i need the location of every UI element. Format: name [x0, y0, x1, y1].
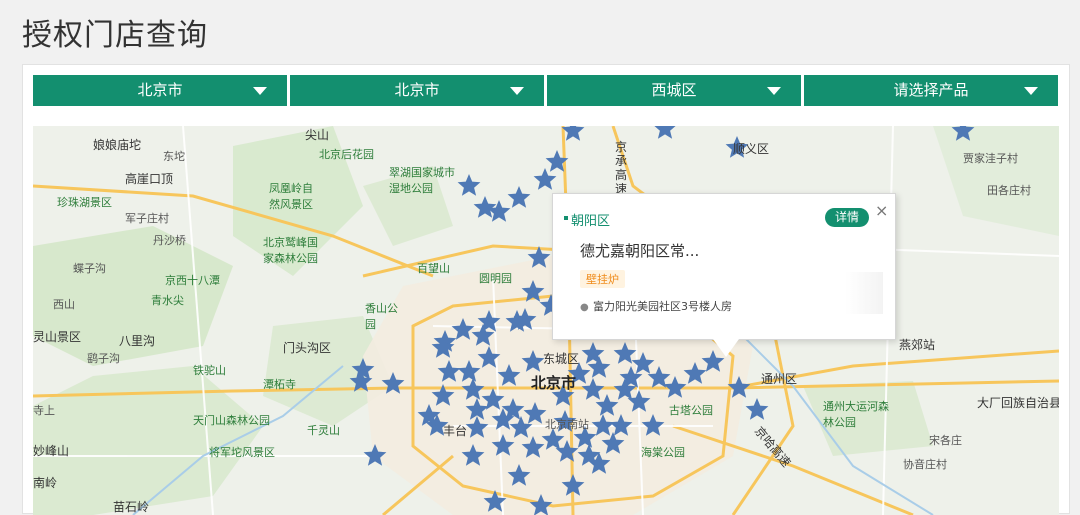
map-label: 京西十八潭 [165, 274, 220, 287]
store-qr-image [789, 272, 883, 314]
map-label: 尖山 [305, 128, 330, 142]
map-label: 鹞子沟 [87, 352, 120, 365]
map-label: 顺义区 [733, 142, 770, 156]
map-label: 宋各庄 [929, 434, 962, 447]
map-label: 寺上 [33, 404, 55, 417]
map-label: 北京南站 [545, 418, 589, 431]
store-address: ● 富力阳光美园社区3号楼人房 [580, 298, 732, 314]
map-label: 潭柘寺 [263, 378, 296, 391]
store-query-panel: 北京市 北京市 西城区 请选择产品 娘娘庙坨 东坨 高崖口顶 珍珠湖景区 军子庄… [22, 64, 1070, 515]
map-label: 东城区 [543, 352, 580, 366]
close-icon[interactable]: × [875, 201, 888, 220]
chevron-down-icon [510, 87, 524, 95]
map-label: 燕郊站 [899, 338, 936, 352]
district-select[interactable]: 西城区 [547, 75, 801, 106]
map-label: 北京鹫峰国家森林公园 [263, 236, 318, 265]
map-label: 百望山 [417, 262, 450, 275]
popup-tail [713, 339, 739, 357]
map-label: 军子庄村 [125, 212, 169, 225]
map-label-city: 北京市 [531, 374, 577, 392]
map-label: 珍珠湖景区 [57, 196, 112, 209]
location-pin-icon: ● [580, 302, 589, 313]
map-label: 高崖口顶 [125, 172, 174, 186]
store-marker[interactable] [745, 398, 769, 420]
product-tag: 壁挂炉 [580, 270, 625, 288]
map-label: 北京后花园 [319, 148, 374, 161]
province-select[interactable]: 北京市 [33, 75, 287, 106]
map-label: 铁驼山 [193, 364, 226, 377]
map-label: 蝶子沟 [73, 262, 106, 275]
map-label: 南岭 [33, 476, 58, 490]
chevron-down-icon [767, 87, 781, 95]
chevron-down-icon [253, 87, 267, 95]
map-label: 东坨 [163, 150, 185, 163]
map-label: 西山 [53, 298, 75, 311]
map-label: 苗石岭 [113, 500, 150, 514]
page-title: 授权门店查询 [22, 18, 208, 53]
map-label: 通州区 [761, 372, 798, 386]
district-select-value: 西城区 [651, 81, 697, 99]
store-marker[interactable] [507, 186, 531, 208]
map-label: 门头沟区 [283, 341, 332, 355]
map-label: 田各庄村 [987, 184, 1031, 197]
map-label: 通州大运河森林公园 [823, 400, 889, 429]
store-name: 德尤嘉朝阳区常... [580, 242, 700, 260]
store-marker[interactable] [533, 168, 557, 190]
store-marker[interactable] [654, 126, 677, 139]
map-label: 灵山景区 [33, 330, 82, 344]
map-label: 青水尖 [151, 294, 184, 307]
map-label: 丹沙桥 [153, 234, 186, 247]
map-label: 凤凰岭自然风景区 [269, 182, 313, 211]
map-label: 圆明园 [479, 272, 512, 285]
city-select-value: 北京市 [394, 81, 440, 99]
detail-button[interactable]: 详情 [825, 208, 869, 227]
store-info-popup: 朝阳区 详情 × 德尤嘉朝阳区常... 壁挂炉 ● 富力阳光美园社区3号楼人房 [552, 193, 896, 340]
map-label: 丰台 [443, 424, 468, 438]
map-label: 香山公园 [365, 302, 398, 331]
city-select[interactable]: 北京市 [290, 75, 544, 106]
province-select-value: 北京市 [137, 81, 183, 99]
map-label: 八里沟 [119, 334, 156, 348]
product-select-value: 请选择产品 [893, 81, 969, 99]
store-address-text: 富力阳光美园社区3号楼人房 [593, 300, 732, 313]
map-label: 将军坨风景区 [209, 446, 275, 459]
map-label: 千灵山 [307, 424, 340, 437]
map-label-highway: 京承高速 [615, 140, 628, 196]
map-label: 协音庄村 [903, 458, 947, 471]
map-label: 娘娘庙坨 [93, 138, 142, 152]
store-marker[interactable] [487, 200, 511, 222]
popup-district: 朝阳区 [563, 210, 610, 229]
store-marker[interactable] [457, 174, 481, 196]
store-marker[interactable] [561, 126, 585, 141]
map-label: 贾家洼子村 [963, 152, 1018, 165]
store-map[interactable]: 娘娘庙坨 东坨 高崖口顶 珍珠湖景区 军子庄村 尖山 北京后花园 翠湖国家城市湿… [33, 126, 1059, 515]
product-select[interactable]: 请选择产品 [804, 75, 1058, 106]
store-marker[interactable] [473, 196, 497, 218]
map-label: 古塔公园 [669, 404, 713, 417]
map-label: 翠湖国家城市湿地公园 [389, 166, 455, 195]
chevron-down-icon [1024, 87, 1038, 95]
map-label: 海棠公园 [641, 446, 685, 459]
map-label: 大厂回族自治县 [977, 396, 1059, 410]
map-label: 妙峰山 [33, 444, 70, 458]
map-label: 天门山森林公园 [193, 414, 270, 427]
